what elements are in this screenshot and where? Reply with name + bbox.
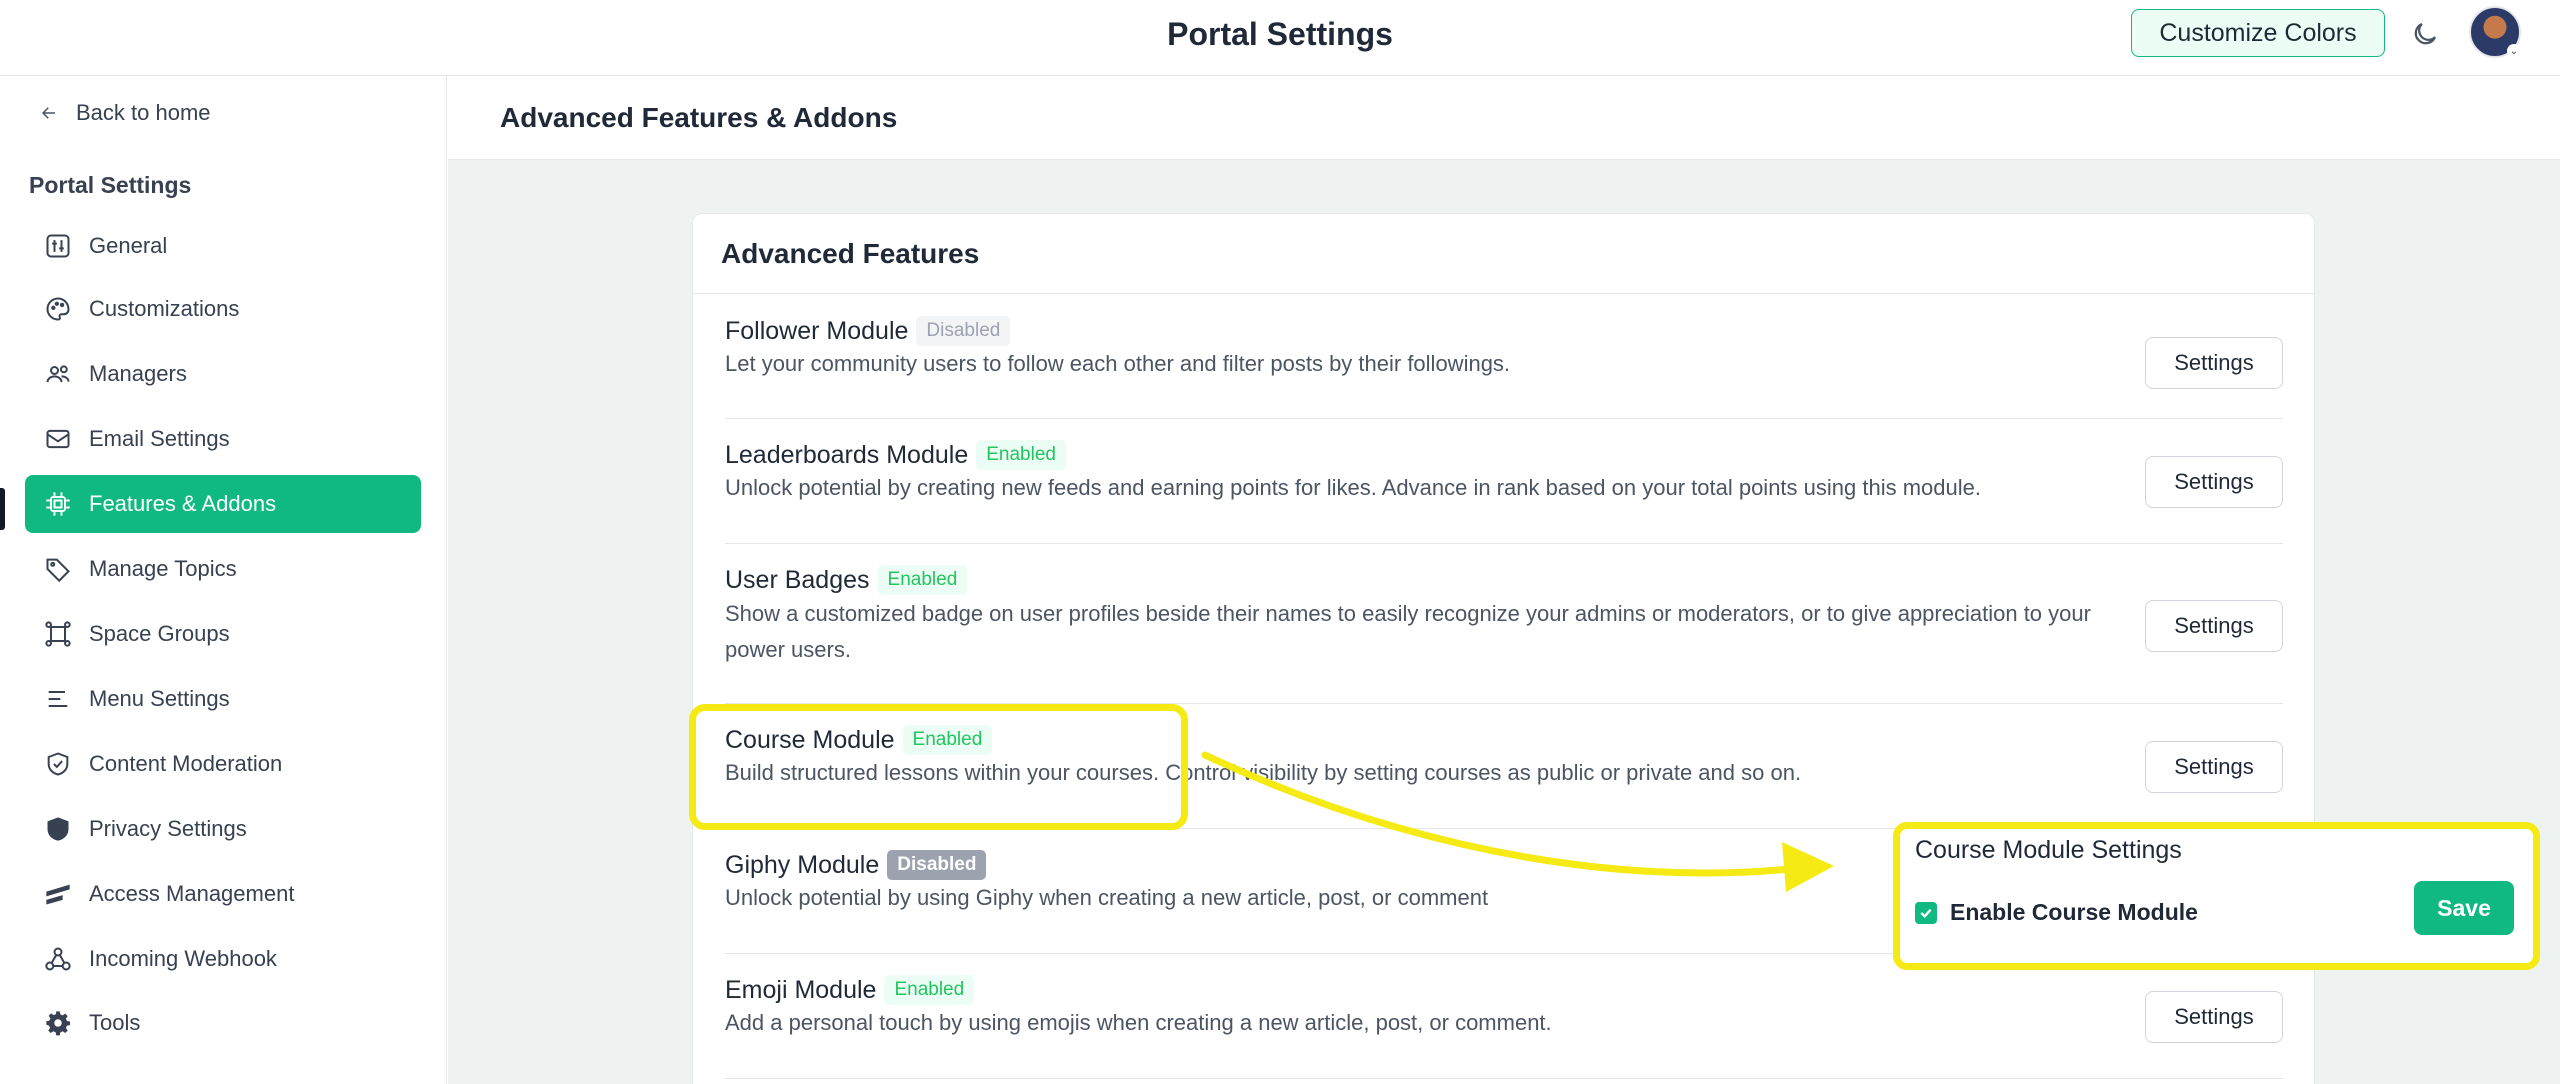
sidebar-item-email-settings[interactable]: Email Settings xyxy=(25,410,421,468)
gear-icon xyxy=(41,1006,75,1040)
sidebar-item-features-addons[interactable]: Features & Addons xyxy=(25,475,421,533)
status-badge: Enabled xyxy=(976,440,1066,470)
section-title: Advanced Features & Addons xyxy=(500,102,898,133)
status-badge: Enabled xyxy=(884,975,975,1005)
sidebar-item-menu-settings[interactable]: Menu Settings xyxy=(25,670,421,728)
sidebar-item-label: Email Settings xyxy=(89,426,230,451)
customize-colors-button[interactable]: Customize Colors xyxy=(2131,9,2385,57)
module-name: Emoji Module xyxy=(725,976,877,1004)
sidebar-item-label: Features & Addons xyxy=(89,491,277,516)
module-description: Let your community users to follow each … xyxy=(725,351,1511,376)
main-header: Advanced Features & Addons xyxy=(448,76,2560,160)
save-button[interactable]: Save xyxy=(2414,881,2514,935)
menu-icon xyxy=(41,682,75,716)
module-name: Giphy Module xyxy=(725,851,880,879)
enable-course-checkbox[interactable] xyxy=(1915,902,1937,924)
sidebar-item-customizations[interactable]: Customizations xyxy=(25,280,421,338)
module-name-wrap: User Badges Enabled xyxy=(725,565,968,595)
shield-check-icon xyxy=(41,747,75,781)
access-icon xyxy=(41,877,75,911)
module-row: Leaderboards Module Enabled Unlock potenti… xyxy=(725,419,2283,544)
sidebar-heading: Portal Settings xyxy=(29,172,192,198)
sidebar-item-manage-topics[interactable]: Manage Topics xyxy=(25,540,421,598)
sidebar-item-label: Space Groups xyxy=(89,621,230,646)
general-icon xyxy=(41,229,75,263)
sidebar-item-content-moderation[interactable]: Content Moderation xyxy=(25,735,421,793)
module-settings-button[interactable]: Settings xyxy=(2145,600,2283,652)
status-badge: Disabled xyxy=(916,316,1011,346)
users-icon xyxy=(41,357,75,391)
course-settings-title: Course Module Settings xyxy=(1915,836,2182,864)
sidebar-item-managers[interactable]: Managers xyxy=(25,345,421,403)
sidebar-item-label: Access Management xyxy=(89,881,295,906)
enable-course-label: Enable Course Module xyxy=(1950,899,2198,925)
tag-icon xyxy=(41,552,75,586)
sidebar-item-label: Incoming Webhook xyxy=(89,946,277,971)
sidebar-item-privacy-settings[interactable]: Privacy Settings xyxy=(25,800,421,858)
course-module-highlight xyxy=(689,704,1188,830)
chip-icon xyxy=(41,487,75,521)
moon-icon xyxy=(2414,22,2437,45)
sidebar-item-tools[interactable]: Tools xyxy=(25,994,421,1052)
module-row: Emoji Module Enabled Add a personal touch … xyxy=(725,954,2283,1079)
sidebar-item-general[interactable]: General xyxy=(25,217,421,275)
sidebar-item-label: Customizations xyxy=(89,296,240,321)
back-to-home-link[interactable]: Back to home xyxy=(40,100,211,126)
arrow-left-icon xyxy=(41,107,55,119)
active-indicator xyxy=(0,488,5,530)
dark-mode-toggle[interactable] xyxy=(2405,14,2445,54)
palette-icon xyxy=(41,292,75,326)
status-badge: Disabled xyxy=(887,850,987,880)
sidebar-item-label: General xyxy=(89,233,168,258)
module-description: Show a customized badge on user profiles… xyxy=(725,601,2091,662)
card-header: Advanced Features xyxy=(693,214,2314,294)
module-row: Follower Module Disabled Let your communit… xyxy=(725,294,2283,419)
group-icon xyxy=(41,617,75,651)
check-icon xyxy=(1920,908,1932,919)
module-name: Leaderboards Module xyxy=(725,441,969,469)
sidebar-item-label: Manage Topics xyxy=(89,556,237,581)
sidebar-item-label: Managers xyxy=(89,361,187,386)
back-label: Back to home xyxy=(76,100,211,125)
sidebar-item-label: Tools xyxy=(89,1010,141,1035)
module-name: Follower Module xyxy=(725,317,909,345)
webhook-icon xyxy=(41,942,75,976)
module-settings-button[interactable]: Settings xyxy=(2145,991,2283,1043)
sidebar-item-incoming-webhook[interactable]: Incoming Webhook xyxy=(25,930,421,988)
module-settings-button[interactable]: Settings xyxy=(2145,741,2283,793)
module-name: User Badges xyxy=(725,566,870,594)
mail-icon xyxy=(41,422,75,456)
sidebar-item-label: Privacy Settings xyxy=(89,816,247,841)
module-name-wrap: Leaderboards Module Enabled xyxy=(725,440,1066,470)
top-bar: Portal Settings Customize Colors ⌄ xyxy=(0,0,2560,76)
chevron-down-icon: ⌄ xyxy=(2507,44,2521,58)
sidebar-item-label: Menu Settings xyxy=(89,686,230,711)
module-name-wrap: Giphy Module Disabled xyxy=(725,850,987,880)
sidebar: Back to home Portal Settings General Cust… xyxy=(0,76,447,1084)
module-row: User Badges Enabled Show a customized badg… xyxy=(725,544,2283,704)
module-name-wrap: Follower Module Disabled xyxy=(725,316,1011,346)
sidebar-item-label: Content Moderation xyxy=(89,751,283,776)
module-settings-button[interactable]: Settings xyxy=(2145,456,2283,508)
module-description: Unlock potential by creating new feeds a… xyxy=(725,475,1981,500)
module-settings-button[interactable]: Settings xyxy=(2145,337,2283,389)
shield-icon xyxy=(41,812,75,846)
sidebar-item-space-groups[interactable]: Space Groups xyxy=(25,605,421,663)
module-description: Add a personal touch by using emojis whe… xyxy=(725,1010,1552,1035)
status-badge: Enabled xyxy=(877,565,968,595)
sidebar-item-access-management[interactable]: Access Management xyxy=(25,865,421,923)
card-title: Advanced Features xyxy=(721,237,980,269)
module-name-wrap: Emoji Module Enabled xyxy=(725,975,975,1005)
